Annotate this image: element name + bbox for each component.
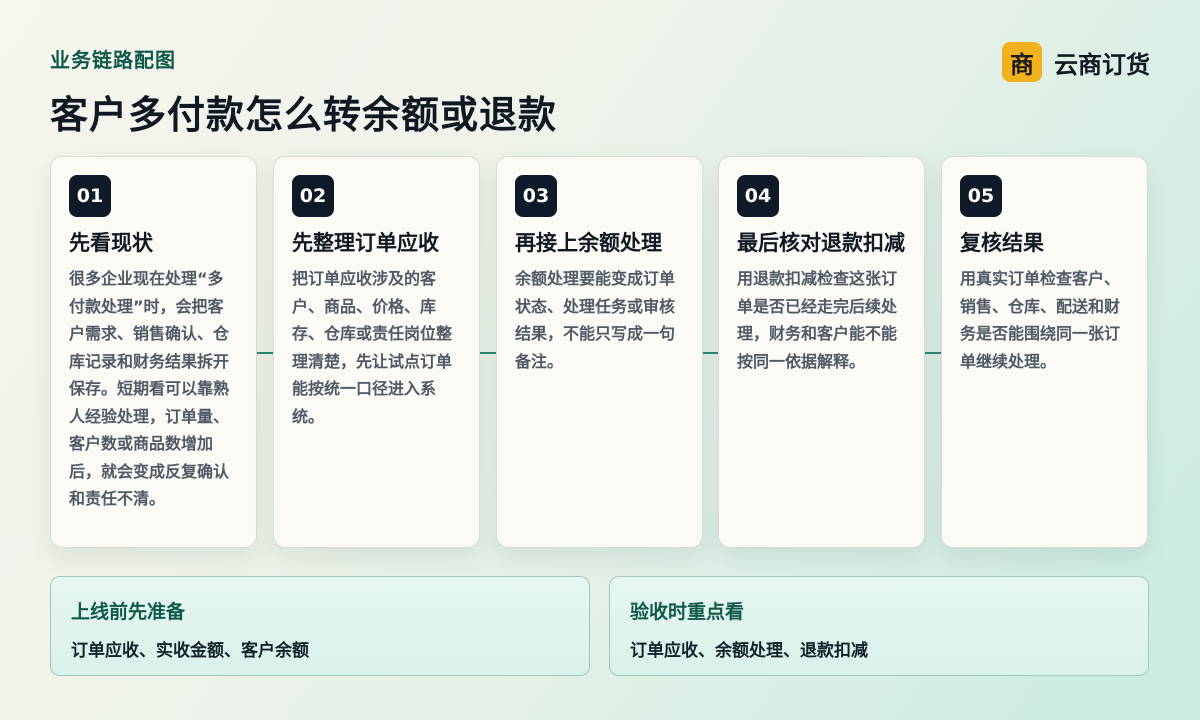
step-title: 最后核对退款扣减 (737, 231, 905, 255)
brand-name: 云商订货 (1054, 50, 1150, 79)
step-number-badge: 03 (515, 175, 557, 217)
eyebrow-label: 业务链路配图 (50, 48, 176, 72)
step-title: 先整理订单应收 (292, 231, 439, 255)
step-number-badge: 05 (960, 175, 1002, 217)
step-title: 复核结果 (960, 231, 1044, 255)
step-description: 用真实订单检查客户、销售、仓库、配送和财务是否能围绕同一张订单继续处理。 (960, 269, 1121, 371)
brand: 商 云商订货 (1002, 42, 1150, 82)
step-number-badge: 02 (292, 175, 334, 217)
step-card-3: 03 再接上余额处理 余额处理要能变成订单状态、处理任务或审核结果，不能只写成一… (496, 156, 703, 548)
step-title: 先看现状 (69, 231, 153, 255)
panel-title: 上线前先准备 (71, 601, 186, 623)
step-number-badge: 01 (69, 175, 111, 217)
step-description: 余额处理要能变成订单状态、处理任务或审核结果，不能只写成一句备注。 (515, 269, 676, 371)
step-title: 再接上余额处理 (515, 231, 662, 255)
step-card-1: 01 先看现状 很多企业现在处理“多付款处理”时，会把客户需求、销售确认、仓库记… (50, 156, 257, 548)
prep-panel: 上线前先准备 订单应收、实收金额、客户余额 (50, 576, 590, 676)
step-description: 用退款扣减检查这张订单是否已经走完后续处理，财务和客户能不能按同一依据解释。 (737, 269, 898, 371)
panel-title: 验收时重点看 (630, 601, 745, 623)
step-description: 很多企业现在处理“多付款处理”时，会把客户需求、销售确认、仓库记录和财务结果拆开… (69, 269, 230, 508)
step-card-5: 05 复核结果 用真实订单检查客户、销售、仓库、配送和财务是否能围绕同一张订单继… (941, 156, 1148, 548)
panel-body: 订单应收、余额处理、退款扣减 (630, 641, 868, 661)
panel-body: 订单应收、实收金额、客户余额 (71, 641, 309, 661)
step-card-2: 02 先整理订单应收 把订单应收涉及的客户、商品、价格、库存、仓库或责任岗位整理… (273, 156, 480, 548)
page-title: 客户多付款怎么转余额或退款 (50, 93, 558, 137)
step-card-4: 04 最后核对退款扣减 用退款扣减检查这张订单是否已经走完后续处理，财务和客户能… (718, 156, 925, 548)
steps-flow: 01 先看现状 很多企业现在处理“多付款处理”时，会把客户需求、销售确认、仓库记… (50, 156, 1150, 550)
brand-logo-icon: 商 (1002, 42, 1042, 82)
acceptance-panel: 验收时重点看 订单应收、余额处理、退款扣减 (609, 576, 1149, 676)
step-description: 把订单应收涉及的客户、商品、价格、库存、仓库或责任岗位整理清楚，先让试点订单能按… (292, 269, 453, 426)
step-number-badge: 04 (737, 175, 779, 217)
